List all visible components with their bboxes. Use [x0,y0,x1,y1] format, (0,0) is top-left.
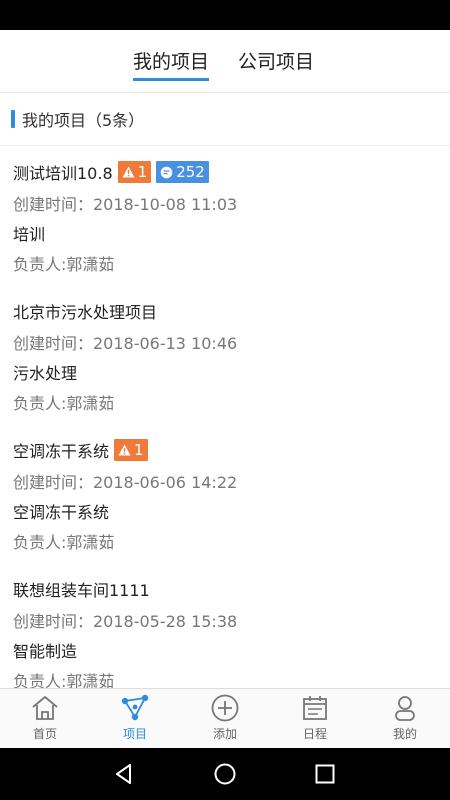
tab-my-projects[interactable]: 我的项目 [133,48,210,81]
nav-label: 添加 [212,727,237,741]
home-icon [32,696,58,720]
section-accent-bar [11,110,15,128]
status-bar [0,0,450,30]
user-icon [395,696,415,721]
nav-projects[interactable]: 项目 [90,689,180,749]
project-name: 测试培训10.8 [13,164,113,183]
nav-label: 日程 [302,727,327,741]
project-category: 培训 [13,225,46,244]
project-category: 空调冻干系统 [13,503,110,522]
warning-badge: 1 [117,161,152,183]
system-navigation-bar [0,748,450,800]
nav-label: 首页 [32,727,57,741]
message-count: 252 [176,163,205,181]
project-title-row: 联想组装车间1111 [13,577,150,601]
warning-count: 1 [137,163,148,181]
nav-add[interactable]: 添加 [180,689,270,749]
project-category: 污水处理 [13,364,78,383]
nav-label: 项目 [122,727,147,741]
nav-label: 我的 [392,727,417,741]
project-name: 空调冻干系统 [13,442,110,461]
section-title: 我的项目（5条） [22,111,145,130]
project-created-time: 创建时间：2018-05-28 15:38 [13,612,238,631]
warning-icon [118,444,131,456]
nav-schedule[interactable]: 日程 [270,689,360,749]
project-owner: 负责人:郭潇茹 [13,394,115,413]
warning-icon [122,166,135,178]
project-title-row: 空调冻干系统 1 [13,438,148,462]
project-created-time: 创建时间：2018-06-13 10:46 [13,334,238,353]
project-name: 联想组装车间1111 [13,581,150,600]
project-tabs: 我的项目 公司项目 [0,30,450,93]
nav-mine[interactable]: 我的 [360,689,450,749]
add-circle-icon [211,694,239,722]
project-title-row: 北京市污水处理项目 [13,299,157,323]
project-title-row: 测试培训10.8 1 252 [13,160,209,184]
bottom-navigation: 首页 项目 添加 日程 我的 [0,688,450,749]
project-name: 北京市污水处理项目 [13,303,158,322]
recent-apps-icon[interactable] [313,762,337,786]
project-created-time: 创建时间：2018-10-08 11:03 [13,195,238,214]
back-icon[interactable] [112,762,136,786]
message-icon [160,166,173,178]
warning-count: 1 [134,441,144,459]
tab-company-projects[interactable]: 公司项目 [238,48,314,78]
project-card[interactable]: 测试培训10.8 1 252 创建时间：2018-10-08 11:03 培训 … [0,146,450,286]
nav-home[interactable]: 首页 [0,689,90,749]
project-owner: 负责人:郭潇茹 [13,672,115,688]
message-badge: 252 [156,161,209,183]
project-card[interactable]: 空调冻干系统 1 创建时间：2018-06-06 14:22 空调冻干系统 负责… [0,424,450,564]
project-card[interactable]: 联想组装车间1111 创建时间：2018-05-28 15:38 智能制造 负责… [0,563,450,688]
project-owner: 负责人:郭潇茹 [13,533,115,552]
calendar-icon [303,696,327,720]
project-created-time: 创建时间：2018-06-06 14:22 [13,473,238,492]
project-card[interactable]: 北京市污水处理项目 创建时间：2018-06-13 10:46 污水处理 负责人… [0,285,450,425]
warning-badge: 1 [114,439,148,461]
project-list: 测试培训10.8 1 252 创建时间：2018-10-08 11:03 培训 … [0,146,450,688]
section-header: 我的项目（5条） [0,93,450,146]
home-circle-icon[interactable] [213,762,237,786]
project-category: 智能制造 [13,642,78,661]
project-network-icon [121,694,149,721]
project-owner: 负责人:郭潇茹 [13,255,115,274]
